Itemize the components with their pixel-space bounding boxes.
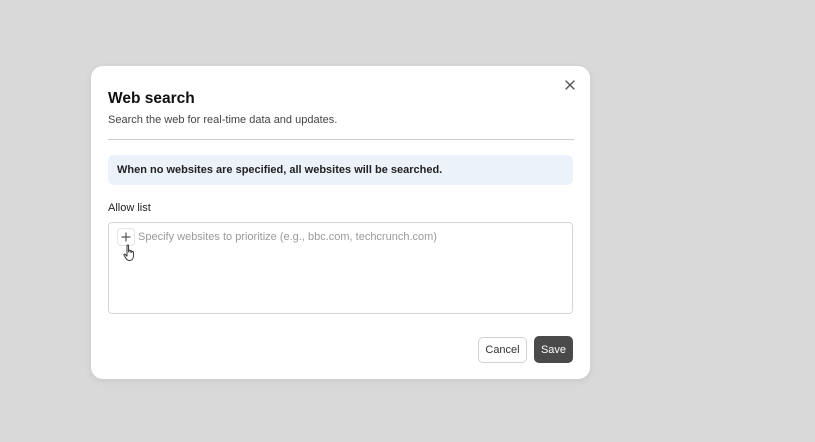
close-icon (565, 80, 575, 90)
dialog-subtitle: Search the web for real-time data and up… (108, 114, 338, 126)
info-notice: When no websites are specified, all webs… (108, 155, 573, 185)
dialog-title: Web search (108, 90, 195, 107)
allow-list-label: Allow list (108, 202, 151, 214)
save-button[interactable]: Save (534, 336, 573, 363)
header-divider (108, 139, 574, 140)
allow-list-input[interactable] (138, 228, 558, 246)
close-button[interactable] (561, 76, 579, 94)
allow-list-field[interactable] (108, 222, 573, 314)
web-search-dialog: Web search Search the web for real-time … (91, 66, 590, 379)
cancel-button[interactable]: Cancel (478, 337, 527, 363)
plus-icon (121, 232, 131, 242)
info-notice-text: When no websites are specified, all webs… (117, 164, 443, 176)
add-website-button[interactable] (117, 228, 135, 246)
